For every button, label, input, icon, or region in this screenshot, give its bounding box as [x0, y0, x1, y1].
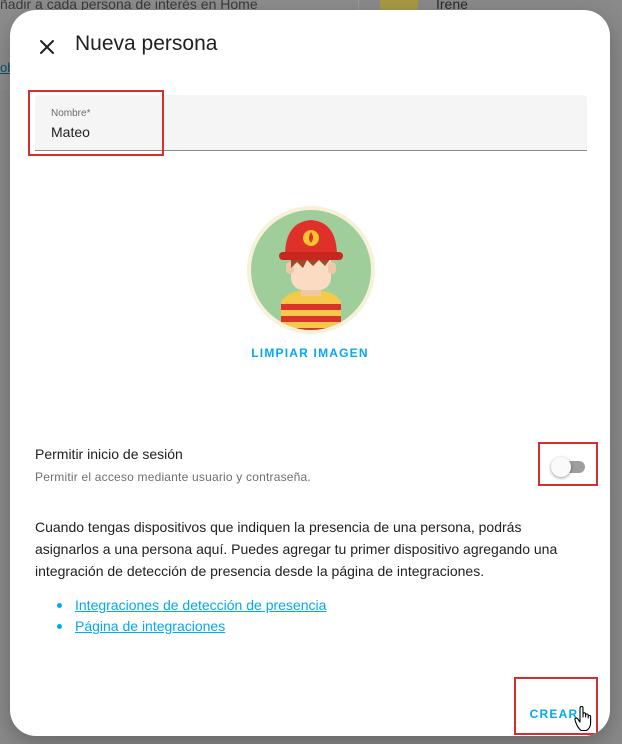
- presence-description: Cuando tengas dispositivos que indiquen …: [35, 519, 558, 579]
- presence-integrations-link[interactable]: Integraciones de detección de presencia: [75, 597, 326, 613]
- name-field[interactable]: Nombre*: [35, 95, 587, 151]
- name-field-label: Nombre*: [51, 108, 91, 119]
- firefighter-avatar-icon: [247, 206, 375, 334]
- list-item: Página de integraciones: [57, 616, 326, 637]
- login-title: Permitir inicio de sesión: [35, 446, 183, 462]
- login-toggle[interactable]: [551, 457, 587, 477]
- clear-image-button[interactable]: LIMPIAR IMAGEN: [240, 346, 380, 366]
- dialog-header: Nueva persona: [10, 10, 610, 82]
- integrations-page-link[interactable]: Página de integraciones: [75, 618, 225, 634]
- help-links: Integraciones de detección de presencia …: [57, 595, 326, 637]
- list-item: Integraciones de detección de presencia: [57, 595, 326, 616]
- dialog-title: Nueva persona: [75, 32, 218, 55]
- close-icon: [40, 40, 54, 54]
- toggle-knob: [551, 457, 571, 477]
- close-button[interactable]: [32, 32, 62, 62]
- login-subtitle: Permitir el acceso mediante usuario y co…: [35, 470, 311, 484]
- name-input[interactable]: [51, 122, 551, 142]
- new-person-dialog: Nueva persona Nombre* Mateo LIMPIAR IMAG…: [10, 10, 610, 736]
- create-button[interactable]: CREAR: [521, 696, 587, 732]
